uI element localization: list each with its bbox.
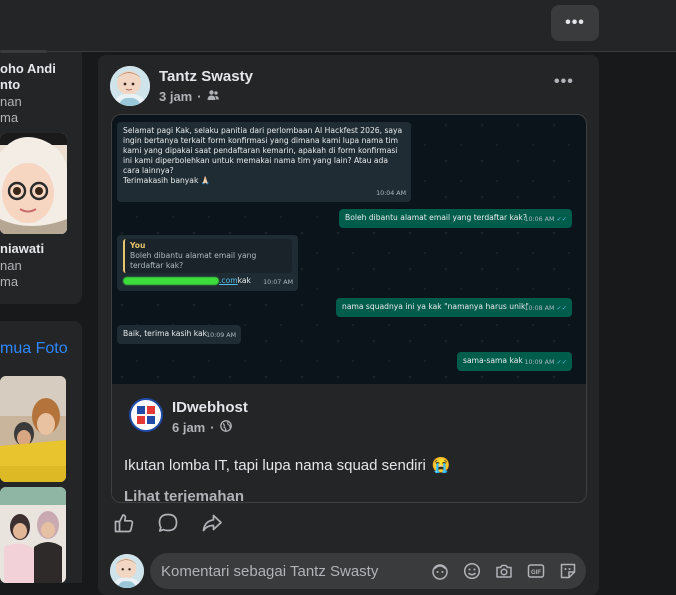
comment-tools: GIF <box>430 561 577 580</box>
author-avatar[interactable] <box>110 66 150 106</box>
message-text: Selamat pagi Kak, selaku panitia dari pe… <box>123 126 403 175</box>
see-all-photos-link[interactable]: mua Foto <box>0 340 68 358</box>
shared-post-body: IDwebhost 6 jam · Ikutan lomba IT, tapi … <box>112 384 586 502</box>
post-card: Tantz Swasty 3 jam · ••• Selamat pagi Ka… <box>98 55 599 595</box>
post-options-button[interactable]: ••• <box>554 73 574 91</box>
shared-page-name[interactable]: IDwebhost <box>172 399 248 416</box>
card-image-edge <box>0 50 47 53</box>
message-time: 10:07 AM <box>263 279 293 286</box>
chat-message-incoming: You Boleh dibantu alamat email yang terd… <box>117 235 298 291</box>
chat-screenshot-image: Selamat pagi Kak, selaku panitia dari pe… <box>112 115 586 384</box>
message-time: 10:04 AM <box>376 190 406 197</box>
friend-meta: ma <box>0 110 19 125</box>
chat-message-outgoing: nama squadnya ini ya kak "namanya harus … <box>336 298 572 317</box>
message-time: 10:06 AM ✓✓ <box>524 216 567 223</box>
friend-meta: ma <box>0 274 19 289</box>
friend-name[interactable]: oho Andi <box>0 61 56 77</box>
svg-text:GIF: GIF <box>531 570 541 576</box>
chat-message-incoming: Baik, terima kasih kak 10:09 AM <box>117 325 241 344</box>
email-link-suffix: .com <box>219 276 238 285</box>
gif-icon[interactable]: GIF <box>526 561 545 580</box>
comment-icon[interactable] <box>157 512 179 534</box>
idwebhost-logo[interactable] <box>129 398 163 432</box>
comment-box: GIF <box>150 553 586 589</box>
crying-face-emoji: 😭 <box>431 457 451 474</box>
chat-message-incoming: Selamat pagi Kak, selaku panitia dari pe… <box>117 122 411 202</box>
shared-post[interactable]: Selamat pagi Kak, selaku panitia dari pe… <box>111 114 587 503</box>
shared-time-text[interactable]: 6 jam <box>172 420 205 435</box>
friend-name[interactable]: niawati <box>0 241 44 257</box>
sticker-icon[interactable] <box>558 561 577 580</box>
post-timestamp[interactable]: 3 jam · <box>159 89 219 104</box>
read-receipt-icon: ✓✓ <box>556 216 567 223</box>
chat-message-outgoing: Boleh dibantu alamat email yang terdafta… <box>339 209 572 228</box>
friend-photo[interactable] <box>0 133 67 234</box>
globe-icon <box>219 420 232 435</box>
quoted-reply-text: Boleh dibantu alamat email yang terdafta… <box>130 251 257 270</box>
post-time-text[interactable]: 3 jam <box>159 89 192 104</box>
photo-thumbnail[interactable] <box>0 376 66 482</box>
message-time: 10:09 AM ✓✓ <box>524 359 567 366</box>
emoji-icon[interactable] <box>462 561 481 580</box>
separator: · <box>210 420 215 435</box>
chat-message-outgoing: sama-sama kak 10:09 AM ✓✓ <box>457 352 572 371</box>
top-bar: ••• <box>0 0 676 52</box>
message-text: kak <box>237 276 251 285</box>
quoted-reply: You Boleh dibantu alamat email yang terd… <box>123 239 292 273</box>
photo-thumbnail[interactable] <box>0 487 66 583</box>
redacted-email <box>123 277 219 285</box>
shared-post-text: Ikutan lomba IT, tapi lupa nama squad se… <box>124 456 451 475</box>
friend-name[interactable]: nto <box>0 77 20 93</box>
camera-icon[interactable] <box>494 561 513 580</box>
friends-icon <box>207 89 219 104</box>
comment-input[interactable] <box>161 553 421 589</box>
friends-card: oho Andi nto nan ma niawati nan ma <box>0 50 82 304</box>
friend-meta: nan <box>0 94 22 109</box>
message-text: Terimakasih banyak 🙏🏻 <box>123 176 211 185</box>
like-icon[interactable] <box>113 512 135 534</box>
shared-timestamp[interactable]: 6 jam · <box>172 420 232 435</box>
post-text: Ikutan lomba IT, tapi lupa nama squad se… <box>124 456 426 474</box>
message-time: 10:09 AM <box>206 332 236 339</box>
more-options-button[interactable]: ••• <box>551 5 599 41</box>
photos-card: mua Foto <box>0 321 82 583</box>
share-icon[interactable] <box>201 512 223 534</box>
avatar-sticker-icon[interactable] <box>430 561 449 580</box>
post-author-name[interactable]: Tantz Swasty <box>159 68 253 85</box>
message-time: 10:08 AM ✓✓ <box>524 305 567 312</box>
separator: · <box>197 89 202 104</box>
read-receipt-icon: ✓✓ <box>556 359 567 366</box>
see-translation-link[interactable]: Lihat terjemahan <box>124 488 244 502</box>
post-actions <box>113 512 223 534</box>
read-receipt-icon: ✓✓ <box>556 305 567 312</box>
quoted-reply-name: You <box>130 241 146 250</box>
friend-meta: nan <box>0 258 22 273</box>
